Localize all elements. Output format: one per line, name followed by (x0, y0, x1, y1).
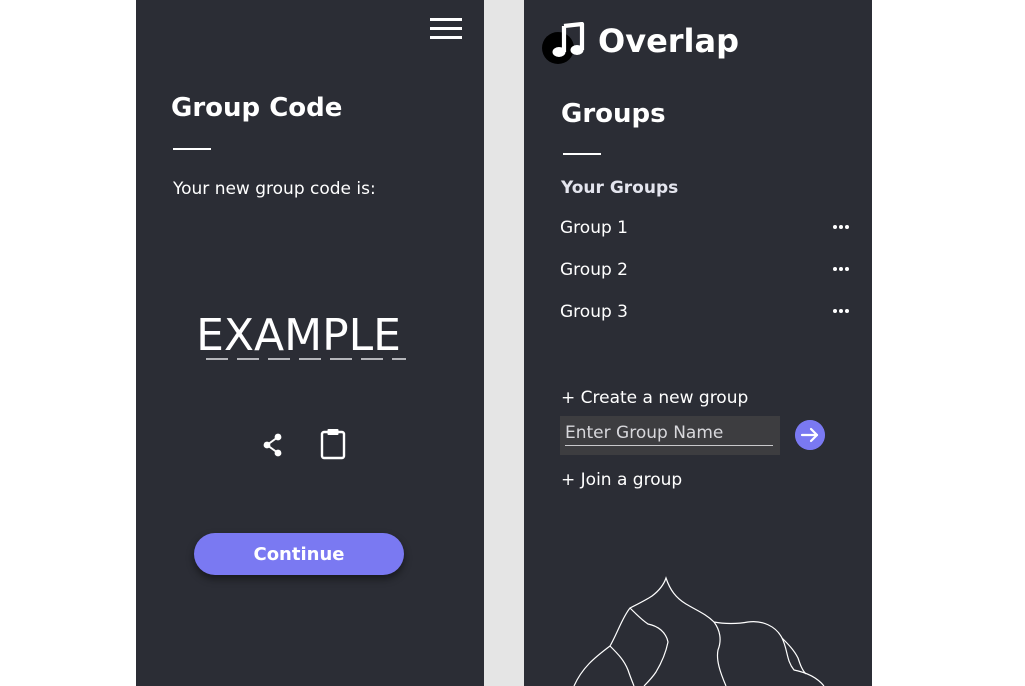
title-underline (563, 153, 601, 155)
title-underline (173, 148, 211, 150)
app-title: Overlap (598, 22, 740, 60)
join-group-link[interactable]: + Join a group (561, 470, 682, 490)
group-code-value: EXAMPLE (196, 310, 401, 361)
more-options-icon[interactable] (832, 267, 850, 273)
group-label: Group 3 (560, 302, 628, 322)
group-code-prompt: Your new group code is: (173, 179, 376, 199)
list-item-group[interactable]: Group 2 (560, 258, 850, 284)
group-name-input[interactable] (565, 421, 773, 446)
group-code-underline (206, 358, 406, 360)
panel-divider (484, 0, 524, 686)
continue-button[interactable]: Continue (194, 533, 404, 575)
decorative-map-outline (573, 576, 825, 686)
list-item-group[interactable]: Group 1 (560, 216, 850, 242)
group-name-field (560, 416, 780, 455)
share-icon[interactable] (262, 433, 284, 457)
hamburger-menu-icon[interactable] (430, 18, 462, 40)
list-item-group[interactable]: Group 3 (560, 300, 850, 326)
section-label: Your Groups (561, 178, 679, 198)
create-group-link[interactable]: + Create a new group (561, 388, 748, 408)
page-title: Groups (561, 99, 666, 129)
group-label: Group 2 (560, 260, 628, 280)
page-title: Group Code (171, 93, 343, 123)
group-code-screen: Group Code Your new group code is: EXAMP… (136, 0, 484, 686)
more-options-icon[interactable] (832, 309, 850, 315)
clipboard-icon[interactable] (320, 428, 346, 460)
groups-screen: Overlap Groups Your Groups Group 1 Group… (524, 0, 872, 686)
group-label: Group 1 (560, 218, 628, 238)
more-options-icon[interactable] (832, 225, 850, 231)
submit-arrow-button[interactable] (795, 420, 825, 450)
music-note-icon (542, 22, 585, 64)
